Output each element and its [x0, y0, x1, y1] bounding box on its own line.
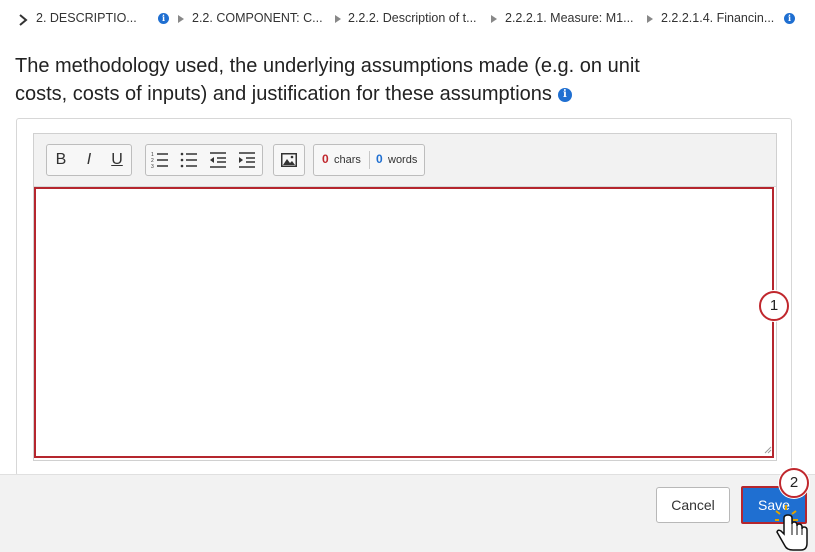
svg-text:3: 3 — [151, 164, 154, 169]
image-group — [273, 144, 305, 176]
indent-button[interactable] — [233, 145, 261, 175]
hand-pointer-icon — [775, 505, 808, 551]
image-icon — [281, 153, 297, 167]
chars-count: 0 — [322, 152, 329, 166]
breadcrumb-separator-icon — [491, 15, 497, 23]
outdent-icon — [210, 152, 226, 168]
chevron-right-icon[interactable] — [16, 13, 30, 27]
breadcrumb-item-component[interactable]: 2.2. COMPONENT: C... — [192, 11, 323, 25]
underline-icon: U — [111, 151, 123, 168]
bold-button[interactable]: B — [47, 145, 75, 175]
counter-divider — [369, 151, 370, 169]
words-label: words — [388, 154, 418, 166]
outdent-button[interactable] — [204, 145, 232, 175]
field-title: The methodology used, the underlying ass… — [15, 52, 695, 108]
breadcrumb-separator-icon — [335, 15, 341, 23]
breadcrumb-item-measure[interactable]: 2.2.2.1. Measure: M1... — [505, 11, 634, 25]
breadcrumb-separator-icon — [178, 15, 184, 23]
methodology-textarea[interactable] — [34, 187, 774, 458]
callout-marker-2: 2 — [779, 468, 809, 498]
resize-handle-icon[interactable] — [764, 446, 772, 454]
words-count: 0 — [376, 152, 383, 166]
editor-toolbar: B I U 1 2 3 0 chars 0 words — [34, 134, 776, 187]
breadcrumb-item-financing[interactable]: 2.2.2.1.4. Financin... — [661, 11, 774, 25]
insert-image-button[interactable] — [275, 145, 303, 175]
list-group: 1 2 3 — [145, 144, 263, 176]
char-word-counter: 0 chars 0 words — [313, 144, 425, 176]
breadcrumb-item-description[interactable]: 2. DESCRIPTIO... — [36, 11, 137, 25]
bullet-list-button[interactable] — [175, 145, 203, 175]
bold-icon: B — [55, 151, 67, 168]
field-title-text: The methodology used, the underlying ass… — [15, 55, 640, 105]
chars-label: chars — [334, 154, 361, 166]
italic-icon: I — [86, 151, 92, 168]
indent-icon — [239, 152, 255, 168]
breadcrumb-item-description-of[interactable]: 2.2.2. Description of t... — [348, 11, 477, 25]
rich-text-editor: B I U 1 2 3 0 chars 0 words — [33, 133, 777, 461]
bullet-list-icon — [180, 152, 197, 168]
info-icon[interactable]: i — [557, 87, 572, 102]
ordered-list-button[interactable]: 1 2 3 — [146, 145, 174, 175]
cancel-button[interactable]: Cancel — [656, 487, 730, 523]
underline-button[interactable]: U — [103, 145, 131, 175]
ordered-list-icon: 1 2 3 — [151, 152, 168, 170]
callout-marker-1: 1 — [759, 291, 789, 321]
breadcrumb: 2. DESCRIPTIO... i 2.2. COMPONENT: C... … — [0, 0, 815, 38]
info-icon[interactable]: i — [784, 13, 795, 24]
format-group: B I U — [46, 144, 132, 176]
breadcrumb-separator-icon — [647, 15, 653, 23]
info-icon[interactable]: i — [158, 13, 169, 24]
editor-panel: B I U 1 2 3 0 chars 0 words — [16, 118, 792, 476]
italic-button[interactable]: I — [75, 145, 103, 175]
